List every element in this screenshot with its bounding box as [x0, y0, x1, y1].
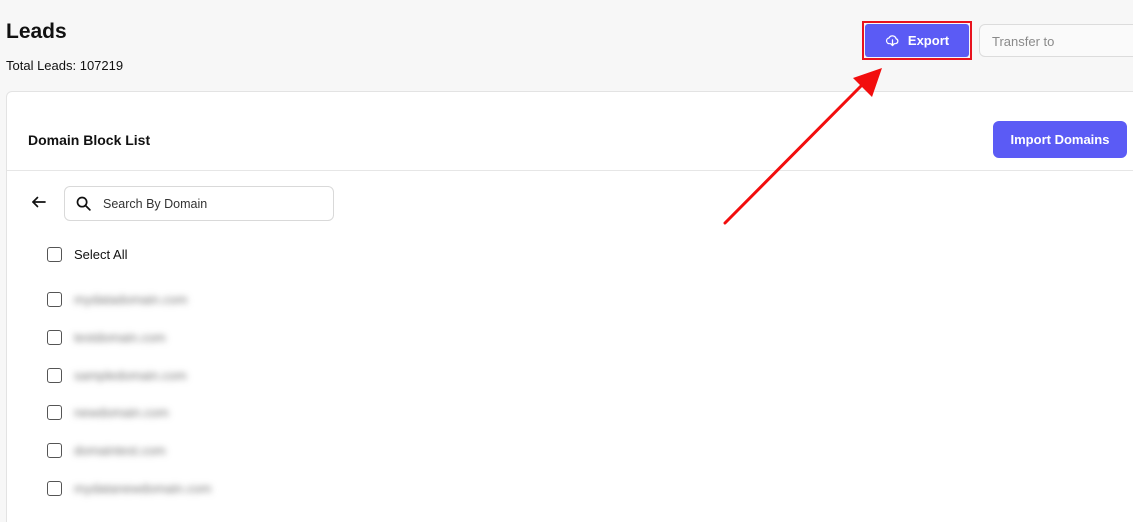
domain-checkbox[interactable] [47, 405, 62, 420]
list-item[interactable]: mydatadomain.com [47, 292, 187, 307]
search-field[interactable] [64, 186, 334, 221]
list-item[interactable]: sampledomain.com [47, 368, 187, 383]
domain-checkbox[interactable] [47, 330, 62, 345]
cloud-download-icon [885, 35, 899, 47]
search-icon [76, 196, 91, 211]
domain-name: mydatadomain.com [74, 292, 188, 307]
domain-checkbox[interactable] [47, 292, 62, 307]
page-title: Leads [6, 20, 67, 43]
transfer-to-select[interactable]: Transfer to [979, 24, 1133, 57]
list-item[interactable]: domaintest.com [47, 443, 166, 458]
export-button-label: Export [907, 33, 950, 48]
domain-checkbox[interactable] [47, 443, 62, 458]
list-item[interactable]: newdomain.com [47, 405, 169, 420]
select-all-row[interactable]: Select All [47, 247, 127, 262]
leads-page: Leads Total Leads: 107219 Export Transfe… [0, 0, 1133, 522]
select-all-checkbox[interactable] [47, 247, 62, 262]
select-all-label: Select All [74, 247, 128, 262]
domain-checkbox[interactable] [47, 481, 62, 496]
domain-name: newdomain.com [74, 405, 169, 420]
domain-name: mydatanewdomain.com [74, 481, 212, 496]
domain-name: testdomain.com [74, 330, 166, 345]
domain-block-list-card: Domain Block List Import Domains Select … [6, 91, 1133, 522]
transfer-to-placeholder: Transfer to [992, 34, 1055, 49]
list-item[interactable]: mydatanewdomain.com [47, 481, 211, 496]
divider [7, 170, 1133, 171]
list-item[interactable]: testdomain.com [47, 330, 166, 345]
export-button[interactable]: Export [865, 24, 969, 57]
import-domains-button[interactable]: Import Domains [993, 121, 1127, 158]
arrow-left-icon[interactable] [30, 193, 48, 211]
total-leads-count: Total Leads: 107219 [6, 58, 124, 73]
search-input[interactable] [103, 196, 323, 211]
domain-checkbox[interactable] [47, 368, 62, 383]
card-title: Domain Block List [28, 132, 151, 148]
domain-name: domaintest.com [74, 443, 166, 458]
domain-name: sampledomain.com [74, 368, 187, 383]
